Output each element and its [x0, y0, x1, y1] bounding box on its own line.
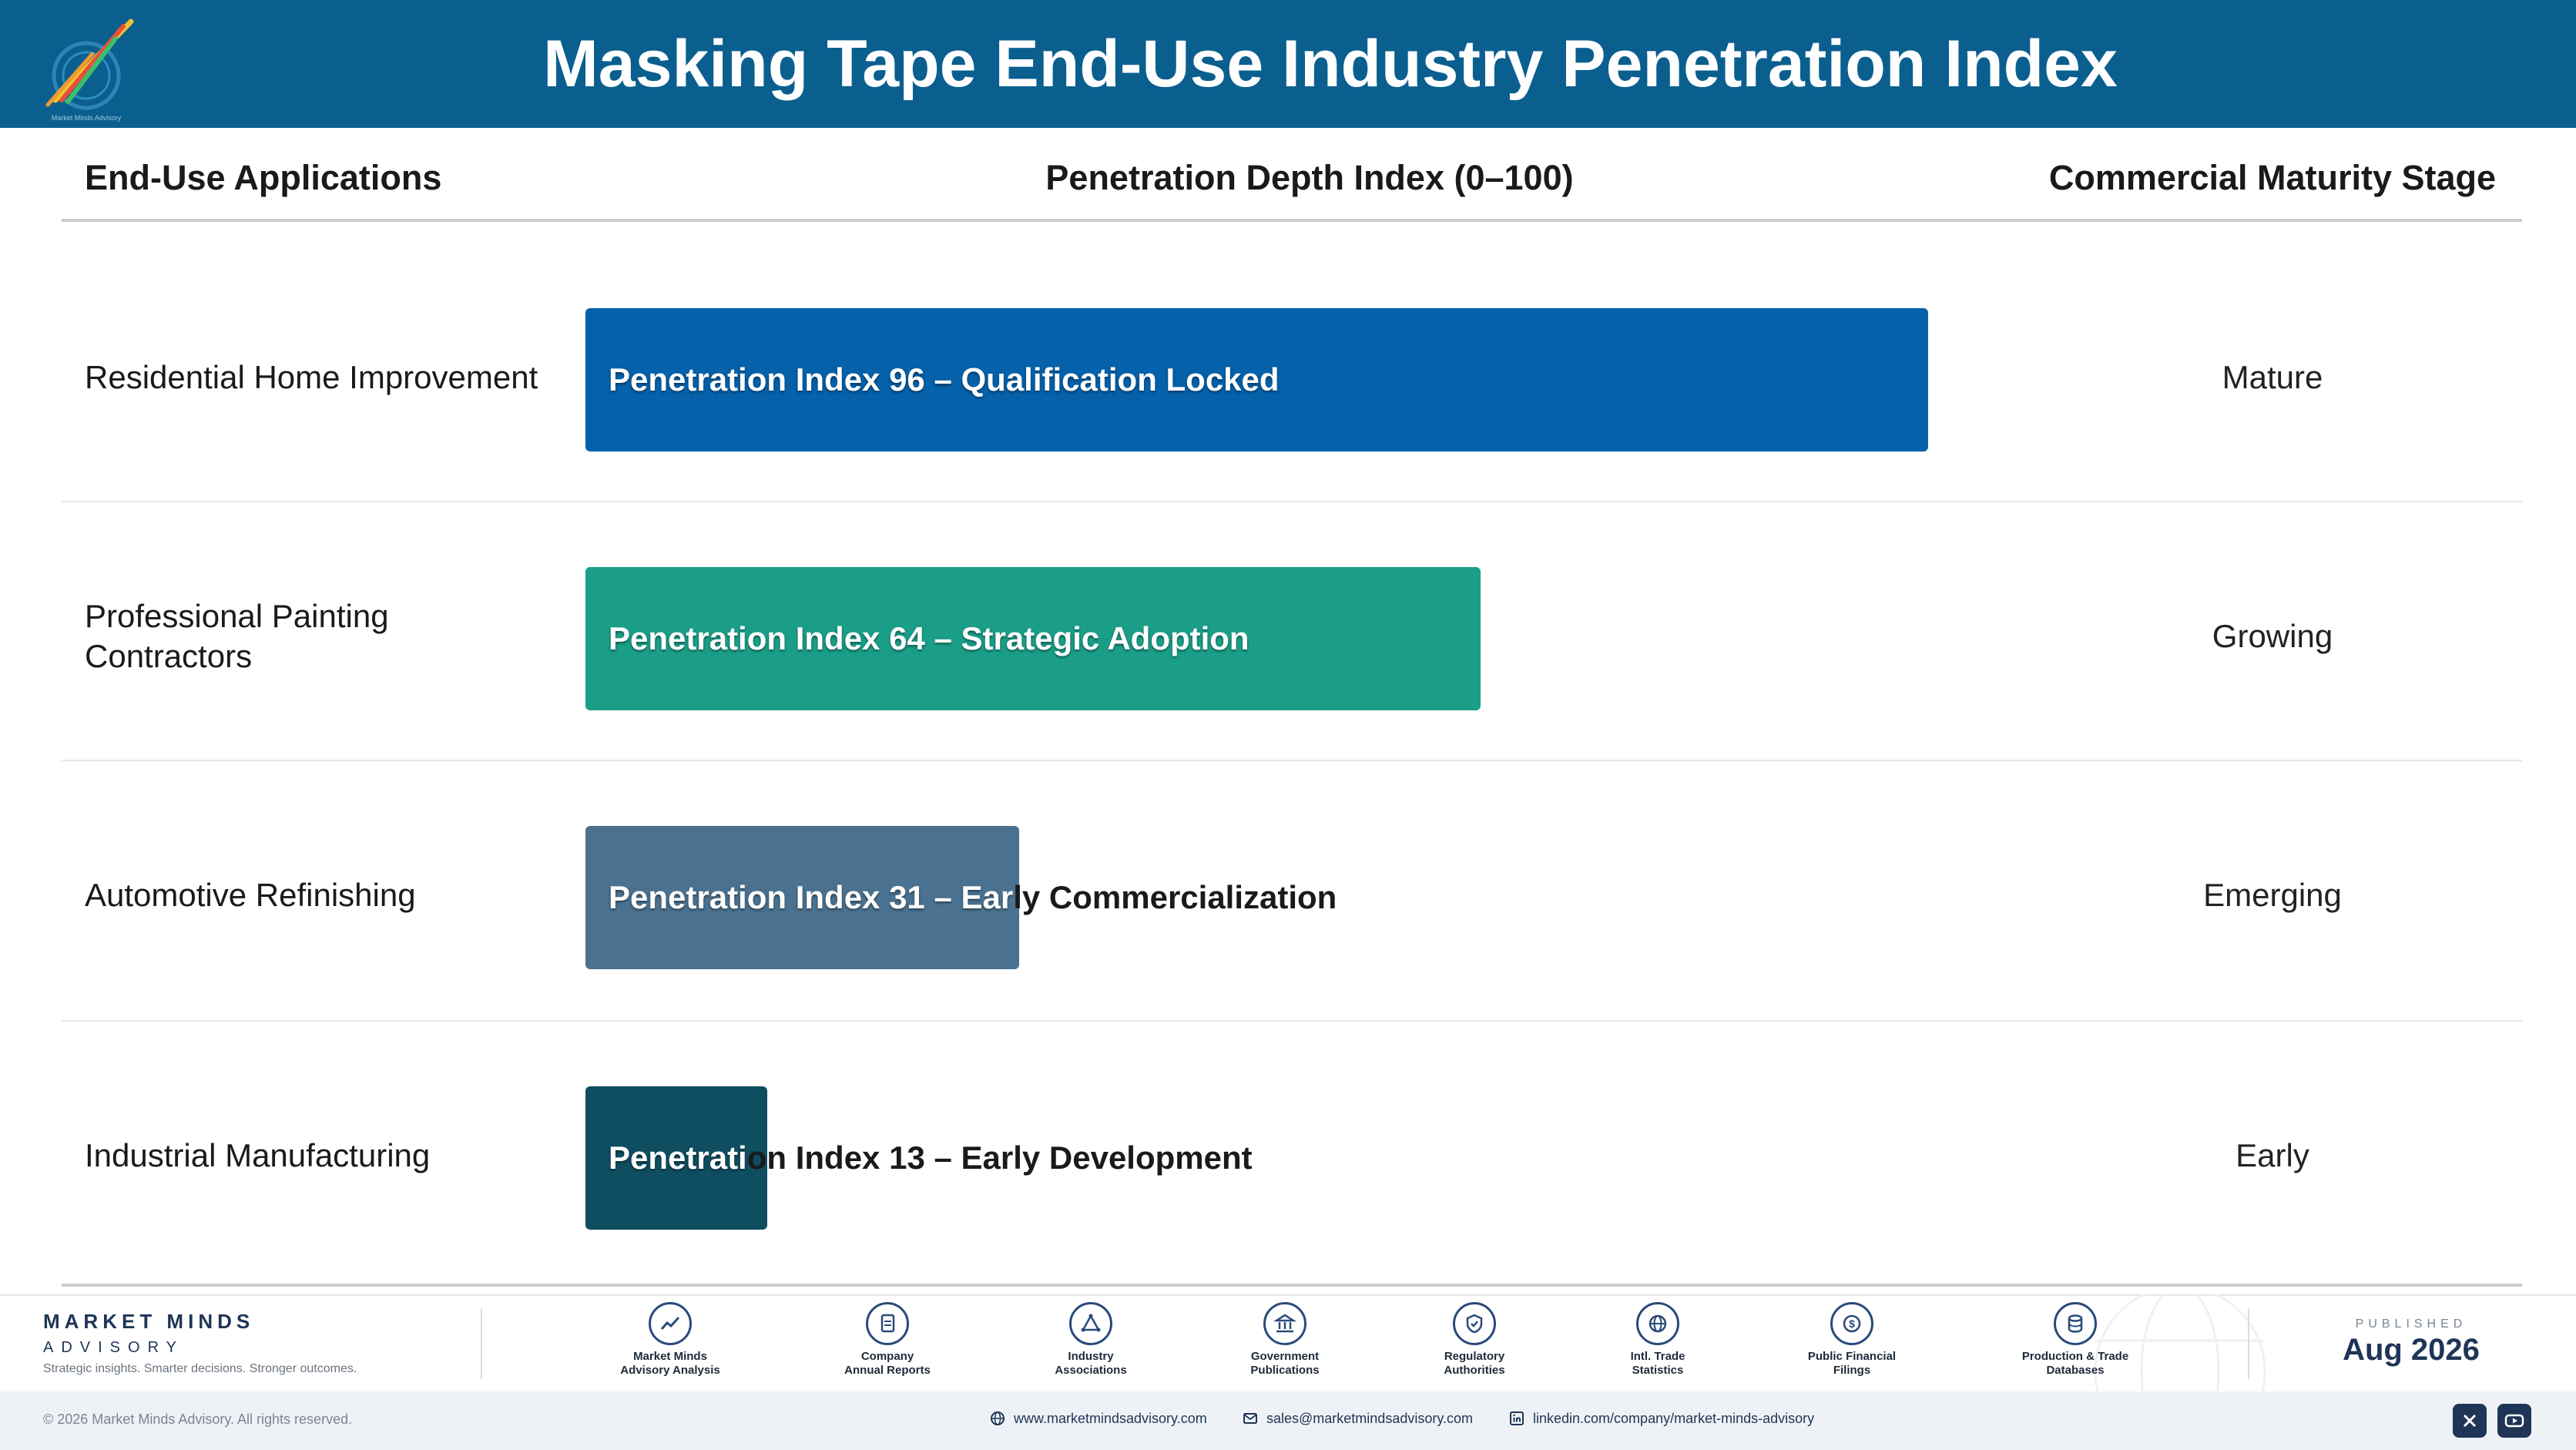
email-link[interactable]: sales@marketmindsadvisory.com: [1242, 1410, 1473, 1427]
stage-painting: Growing: [2212, 618, 2333, 654]
column-header-stage: Commercial Maturity Stage: [2048, 158, 2497, 197]
header-divider: [62, 219, 2522, 222]
source-regulatory-authorities: Regulatory Authorities: [1405, 1302, 1544, 1378]
row-divider: [62, 1020, 2522, 1022]
linkedin-link[interactable]: linkedin.com/company/market-minds-adviso…: [1508, 1410, 1814, 1427]
table-bottom-divider: [62, 1284, 2522, 1287]
row-label-automotive: Automotive Refinishing: [85, 877, 416, 913]
bar-label-automotive: Penetration Index 31 – Ear ly Commerciali…: [609, 826, 1337, 969]
footer-divider: [481, 1308, 482, 1379]
building-icon: [1263, 1302, 1306, 1345]
bar-label-inside-text: Penetration Index 31 – Ear: [609, 879, 1014, 915]
source-trade-statistics: Intl. Trade Statistics: [1588, 1302, 1727, 1378]
bar-label-outside-text: on Index 13 – Early Development: [746, 1140, 1253, 1176]
linkedin-text[interactable]: linkedin.com/company/market-minds-adviso…: [1533, 1411, 1814, 1427]
svg-text:$: $: [1849, 1317, 1855, 1330]
page-title: Masking Tape End-Use Industry Penetratio…: [543, 27, 2118, 101]
source-market-minds: Market Minds Advisory Analysis: [601, 1302, 740, 1378]
row-divider: [62, 501, 2522, 502]
column-header-depth: Penetration Depth Index (0–100): [1045, 158, 1574, 197]
chart-line-icon: [649, 1302, 692, 1345]
brand-name: MARKET MINDS: [43, 1310, 255, 1333]
dollar-icon: $: [1830, 1302, 1873, 1345]
bar-label-residential: Penetration Index 96 – Qualification Loc…: [609, 308, 1280, 451]
source-trade-databases: Production & Trade Databases: [2006, 1302, 2145, 1378]
bar-label-inside-text: Penetration Index 64 – Strategic Adoptio…: [609, 620, 1249, 656]
bar-label-outside-text: ly Commercialization: [1013, 879, 1337, 915]
source-annual-reports: Company Annual Reports: [818, 1302, 957, 1378]
bar-label-industrial: Penetrati on Index 13 – Early Development: [609, 1086, 1253, 1230]
stage-industrial: Early: [2236, 1137, 2309, 1173]
bar-label-inside-text: Penetrati: [609, 1140, 747, 1176]
x-icon: [2463, 1414, 2477, 1428]
shield-icon: [1453, 1302, 1496, 1345]
globe-icon: [991, 1411, 1005, 1425]
website-link[interactable]: www.marketmindsadvisory.com: [989, 1410, 1207, 1427]
document-icon: [866, 1302, 909, 1345]
source-financial-filings: $ Public Financial Filings: [1783, 1302, 1921, 1378]
brand-tagline: Strategic insights. Smarter decisions. S…: [43, 1362, 357, 1375]
published-date: Aug 2026: [2343, 1333, 2480, 1367]
network-icon: [1069, 1302, 1112, 1345]
globe-icon: [1636, 1302, 1679, 1345]
published-label: PUBLISHED: [2355, 1317, 2467, 1331]
linkedin-icon: [1510, 1411, 1524, 1425]
source-industry-associations: Industry Associations: [1021, 1302, 1160, 1378]
stage-automotive: Emerging: [2203, 877, 2342, 913]
bar-label-painting: Penetration Index 64 – Strategic Adoptio…: [609, 567, 1249, 710]
bar-label-inside-text: Penetration Index 96 – Qualification Loc…: [609, 361, 1280, 398]
row-divider: [62, 760, 2522, 761]
youtube-icon: [2504, 1414, 2524, 1428]
website-text[interactable]: www.marketmindsadvisory.com: [1014, 1411, 1207, 1427]
brand-subtitle: ADVISORY: [43, 1339, 184, 1356]
database-icon: [2054, 1302, 2097, 1345]
stage-residential: Mature: [2222, 359, 2323, 395]
youtube-social-button[interactable]: [2497, 1404, 2531, 1438]
column-header-applications: End-Use Applications: [85, 158, 442, 197]
x-social-button[interactable]: [2453, 1404, 2487, 1438]
source-government-publications: Government Publications: [1216, 1302, 1354, 1378]
row-label-residential: Residential Home Improvement: [85, 359, 538, 395]
mail-icon: [1243, 1413, 1257, 1424]
row-label-industrial: Industrial Manufacturing: [85, 1137, 431, 1173]
footer-divider: [2248, 1308, 2249, 1379]
row-label-painting: Professional Painting Contractors: [85, 598, 389, 674]
email-text[interactable]: sales@marketmindsadvisory.com: [1266, 1411, 1473, 1427]
copyright-text: © 2026 Market Minds Advisory. All rights…: [43, 1411, 353, 1427]
